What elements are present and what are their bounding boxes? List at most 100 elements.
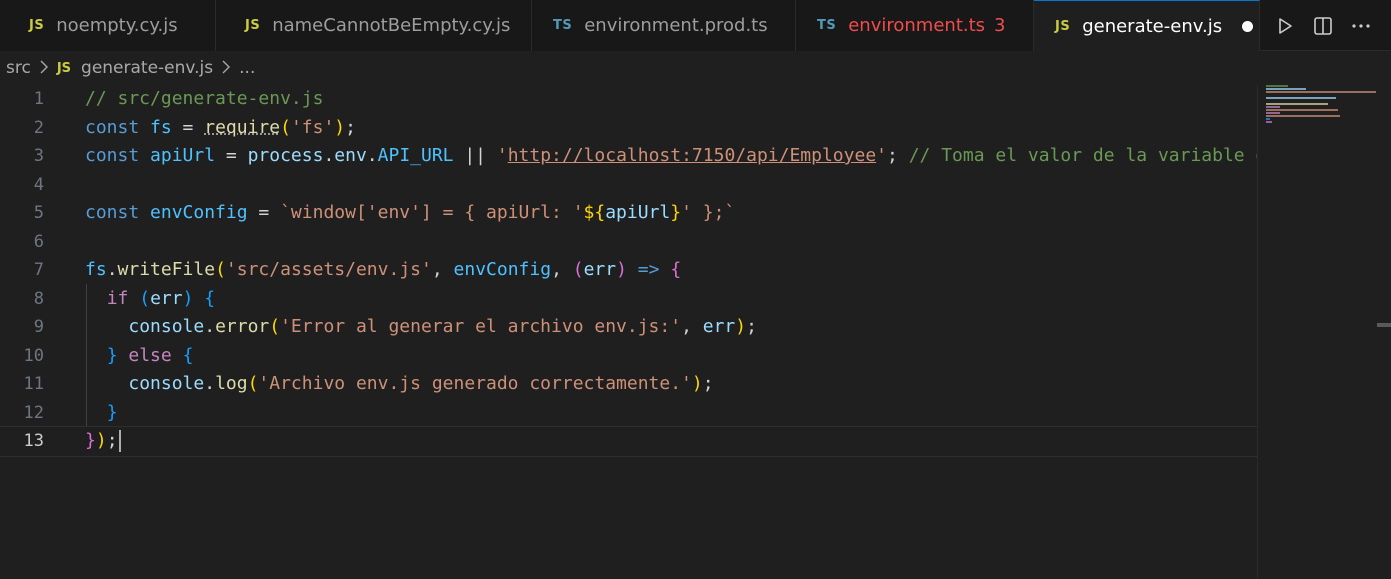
identifier: process [247, 145, 324, 166]
bracket: ( [139, 287, 151, 309]
identifier: envConfig [150, 202, 248, 223]
tab-environment[interactable]: TS environment.ts 3 [796, 0, 1034, 51]
more-actions-icon[interactable] [1349, 14, 1373, 38]
code-line[interactable]: const apiUrl = process.env.API_URL || 'h… [85, 142, 1257, 171]
operator: = [171, 116, 205, 138]
bracket: ( [572, 259, 584, 280]
breadcrumb-file[interactable]: generate-env.js [81, 58, 213, 78]
tab-name-cannot-be-empty[interactable]: JS nameCannotBeEmpty.cy.js [216, 0, 532, 51]
line-number: 5 [33, 203, 44, 223]
punctuation: ; [702, 373, 714, 394]
code-line[interactable]: } [85, 399, 1257, 428]
template-string: ' };` [681, 202, 736, 223]
identifier: apiUrl [605, 202, 671, 223]
code-line[interactable]: fs.writeFile('src/assets/env.js', envCon… [85, 256, 1257, 285]
split-editor-icon[interactable] [1311, 14, 1335, 38]
code-editor[interactable]: 1 2 3 4 5 6 7 8 9 10 11 12 13 // src/gen… [0, 85, 1257, 579]
line-number: 3 [33, 146, 44, 166]
minimap-line [1266, 112, 1280, 114]
url-link[interactable]: http://localhost:7150/api/Employee [508, 145, 876, 166]
arrow: => [626, 259, 671, 280]
code-line[interactable]: console.log('Archivo env.js generado cor… [85, 370, 1257, 399]
punctuation: , [551, 259, 573, 280]
line-number: 9 [33, 317, 44, 337]
bracket: ) [95, 430, 107, 451]
tab-label: nameCannotBeEmpty.cy.js [272, 15, 511, 36]
identifier: console [128, 316, 205, 337]
string: 'Error al generar el archivo env.js:' [280, 316, 682, 337]
code-line[interactable]: const envConfig = `window['env'] = { api… [85, 199, 1257, 228]
identifier: console [128, 373, 205, 394]
identifier: envConfig [453, 259, 552, 280]
scrollbar-thumb[interactable] [1377, 323, 1391, 327]
keyword: const [85, 116, 140, 138]
line-number: 12 [23, 402, 44, 423]
operator: || [453, 145, 497, 166]
ts-file-icon: TS [817, 18, 837, 33]
tab-environment-prod[interactable]: TS environment.prod.ts [532, 0, 796, 51]
identifier: err [702, 316, 736, 337]
minimap-line [1266, 109, 1338, 111]
tab-noempty[interactable]: JS noempty.cy.js [0, 0, 216, 51]
minimap[interactable] [1257, 85, 1377, 579]
keyword: const [85, 145, 140, 166]
tab-label: environment.ts [848, 15, 986, 36]
code-line-current[interactable]: }); [0, 426, 1257, 457]
bracket: ) [616, 259, 627, 280]
bracket: } [106, 344, 118, 366]
vertical-scrollbar[interactable] [1377, 85, 1391, 579]
breadcrumb-folder[interactable]: src [6, 58, 31, 78]
comment: // src/generate-env.js [85, 88, 324, 109]
js-file-icon: JS [56, 60, 72, 76]
minimap-line [1266, 85, 1288, 87]
code-line[interactable]: if (err) { [85, 285, 1257, 314]
operator: = [215, 145, 248, 166]
punctuation: . [106, 259, 118, 280]
identifier: API_URL [377, 145, 454, 166]
breadcrumb-symbols[interactable]: ... [239, 58, 255, 78]
minimap-line [1266, 118, 1270, 120]
identifier: fs [150, 116, 172, 138]
code-line[interactable]: } else { [85, 342, 1257, 371]
minimap-line [1266, 115, 1340, 117]
code-line[interactable] [85, 228, 1257, 257]
bracket: ) [691, 373, 703, 394]
chevron-right-icon [39, 59, 49, 78]
code-line[interactable] [85, 171, 1257, 200]
string-quote: ' [876, 145, 888, 166]
tab-label: environment.prod.ts [584, 15, 768, 36]
bracket: { [204, 287, 216, 309]
bracket: ) [735, 316, 747, 337]
minimap-line [1266, 88, 1306, 90]
punctuation: . [366, 145, 378, 166]
line-number: 4 [33, 174, 44, 195]
identifier: fs [85, 259, 107, 280]
tab-generate-env[interactable]: JS generate-env.js [1034, 0, 1260, 51]
identifier: apiUrl [150, 145, 216, 166]
string-quote: ' [496, 145, 508, 166]
unsaved-dot-icon[interactable] [1242, 20, 1254, 32]
code-line[interactable]: const fs = require('fs'); [85, 114, 1257, 143]
template-string: `window['env'] = { apiUrl: ' [280, 202, 584, 223]
bracket: ( [269, 316, 281, 337]
punctuation: , [431, 259, 454, 280]
bracket: ( [247, 373, 259, 394]
run-icon[interactable] [1273, 14, 1297, 38]
template-interpolation: ${ [583, 202, 606, 223]
problem-count-badge: 3 [994, 15, 1006, 36]
js-file-icon: JS [29, 18, 45, 33]
code-line[interactable]: console.error('Error al generar el archi… [85, 313, 1257, 342]
minimap-line [1266, 103, 1328, 105]
editor-tab-bar: JS noempty.cy.js JS nameCannotBeEmpty.cy… [0, 0, 1391, 51]
js-file-icon: JS [1055, 18, 1071, 34]
bracket: } [85, 430, 96, 451]
bracket: ( [280, 116, 291, 138]
punctuation: , [681, 316, 703, 337]
bracket: ( [215, 259, 226, 280]
line-number: 10 [23, 345, 44, 366]
identifier: err [150, 287, 183, 309]
punctuation: . [204, 373, 216, 394]
function-name: error [215, 316, 270, 337]
code-line[interactable]: // src/generate-env.js [85, 85, 1257, 114]
code-lines[interactable]: // src/generate-env.js const fs = requir… [0, 85, 1257, 457]
